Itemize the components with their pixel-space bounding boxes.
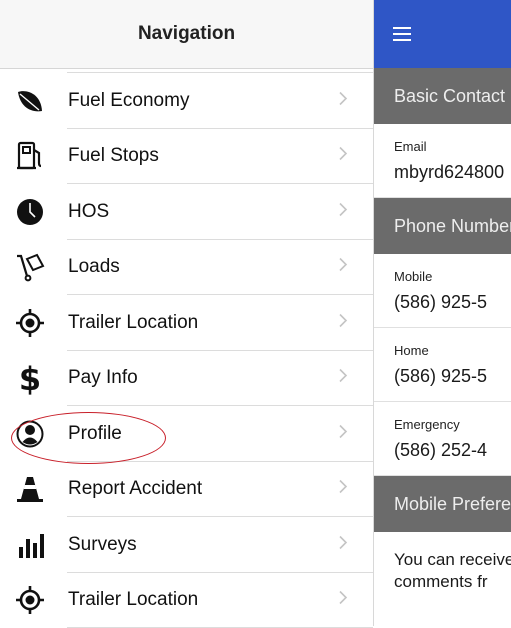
chevron-right-icon — [338, 368, 348, 389]
profile-icon — [8, 415, 52, 453]
email-field[interactable]: Email mbyrd624800 — [374, 124, 511, 198]
nav-item-trailer-location[interactable]: Trailer Location — [0, 295, 373, 351]
mobile-preferences-note: You can receive comments fr — [374, 532, 511, 593]
field-value: (586) 925-5 — [394, 366, 487, 387]
fuel-pump-icon — [8, 137, 52, 175]
nav-item-fuel-economy[interactable]: Fuel Economy — [0, 73, 373, 129]
nav-item-label: Loads — [68, 256, 120, 278]
nav-item-label: Surveys — [68, 534, 137, 556]
nav-item-label: Fuel Economy — [68, 90, 189, 112]
bar-chart-icon — [8, 526, 52, 564]
navigation-title: Navigation — [138, 23, 235, 45]
nav-item-pay-info[interactable]: $ Pay Info — [0, 351, 373, 407]
chevron-right-icon — [338, 479, 348, 500]
note-line: You can receive — [394, 549, 511, 571]
nav-item-fuel-stops[interactable]: Fuel Stops — [0, 129, 373, 185]
chevron-right-icon — [338, 590, 348, 611]
mobile-phone-field[interactable]: Mobile (586) 925-5 — [374, 254, 511, 328]
hand-truck-icon — [8, 248, 52, 286]
section-header-phone-numbers: Phone Numbers — [374, 198, 511, 254]
chevron-right-icon — [338, 534, 348, 555]
field-label: Email — [394, 139, 427, 154]
chevron-right-icon — [338, 201, 348, 222]
top-bar — [374, 0, 511, 68]
field-label: Emergency — [394, 417, 460, 432]
nav-item-label: Pay Info — [68, 367, 138, 389]
nav-item-profile[interactable]: Profile — [0, 406, 373, 462]
nav-item-label: Fuel Stops — [68, 145, 159, 167]
nav-item-label: Trailer Location — [68, 589, 198, 611]
location-target-icon — [8, 304, 52, 342]
field-value: mbyrd624800 — [394, 162, 504, 183]
nav-item-label: HOS — [68, 201, 109, 223]
navigation-drawer: Navigation Fuel Economy Fuel Stops HOS — [0, 0, 374, 626]
nav-item-report-accident[interactable]: Report Accident — [0, 462, 373, 518]
section-header-mobile-preferences: Mobile Preferences — [374, 476, 511, 532]
field-label: Mobile — [394, 269, 432, 284]
nav-item-label: Trailer Location — [68, 312, 198, 334]
field-label: Home — [394, 343, 429, 358]
emergency-phone-field[interactable]: Emergency (586) 252-4 — [374, 402, 511, 476]
field-value: (586) 252-4 — [394, 440, 487, 461]
chevron-right-icon — [338, 312, 348, 333]
section-header-basic-contact: Basic Contact — [374, 68, 511, 124]
note-line: comments fr — [394, 571, 511, 593]
traffic-cone-icon — [8, 470, 52, 508]
home-phone-field[interactable]: Home (586) 925-5 — [374, 328, 511, 402]
clock-icon — [8, 193, 52, 231]
dollar-icon: $ — [8, 359, 52, 397]
navigation-header: Navigation — [0, 0, 373, 69]
chevron-right-icon — [338, 146, 348, 167]
nav-item-loads[interactable]: Loads — [0, 240, 373, 296]
profile-panel: Basic Contact Email mbyrd624800 Phone Nu… — [374, 0, 511, 626]
chevron-right-icon — [338, 423, 348, 444]
chevron-right-icon — [338, 90, 348, 111]
location-target-icon — [8, 581, 52, 619]
nav-item-hos[interactable]: HOS — [0, 184, 373, 240]
hamburger-menu-icon[interactable] — [393, 27, 411, 45]
leaf-icon — [8, 82, 52, 120]
nav-item-surveys[interactable]: Surveys — [0, 517, 373, 573]
nav-item-trailer-location-2[interactable]: Trailer Location — [0, 573, 373, 628]
navigation-list: Fuel Economy Fuel Stops HOS Loads — [0, 73, 373, 628]
chevron-right-icon — [338, 257, 348, 278]
nav-item-label: Report Accident — [68, 478, 202, 500]
svg-text:$: $ — [19, 361, 41, 395]
field-value: (586) 925-5 — [394, 292, 487, 313]
nav-item-label: Profile — [68, 423, 122, 445]
